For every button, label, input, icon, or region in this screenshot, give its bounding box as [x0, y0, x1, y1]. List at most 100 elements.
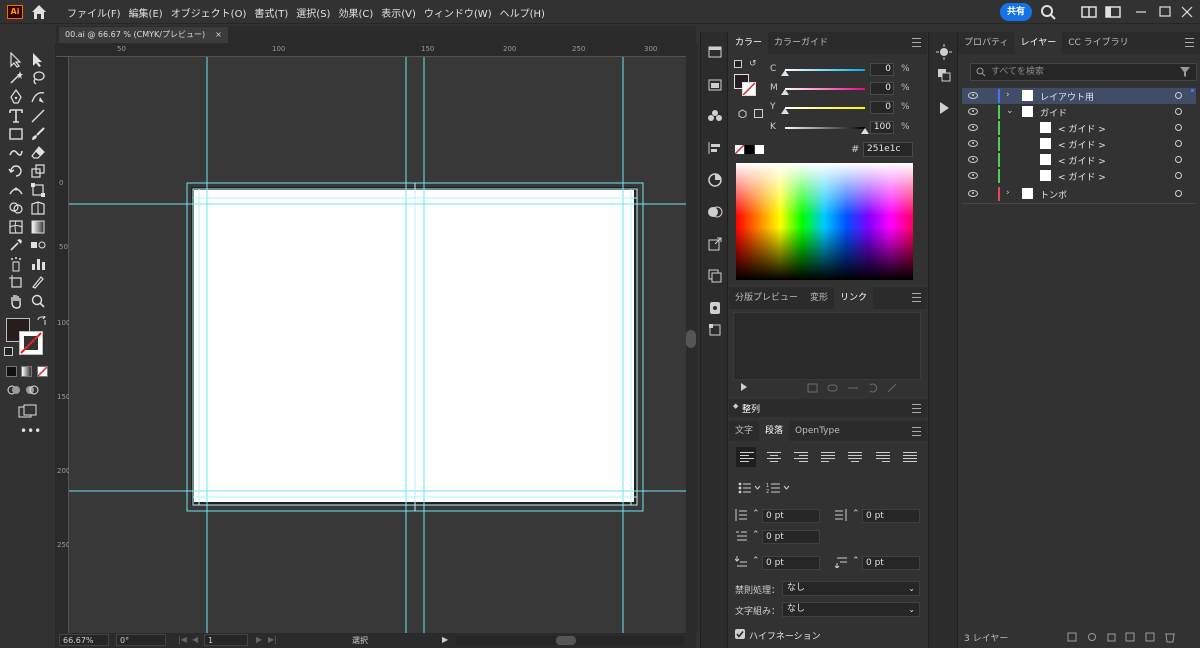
expand-chevron-icon[interactable]: ›	[1006, 188, 1010, 198]
black-value-field[interactable]: 100	[870, 121, 894, 134]
artboard-tool-icon[interactable]	[8, 274, 26, 290]
numbering-icon[interactable]: 12	[766, 482, 792, 495]
yellow-value-field[interactable]: 0	[870, 101, 894, 114]
space-before-stepper[interactable]: ⌃	[752, 556, 760, 566]
mojikumi-select[interactable]: なし ⌄	[782, 602, 920, 617]
zoom-select[interactable]: 66.67%	[59, 634, 109, 646]
edit-toolbar-icon[interactable]: •••	[20, 425, 41, 437]
horizontal-scrollbar[interactable]	[456, 636, 684, 645]
arrange-documents-icon[interactable]	[1080, 3, 1098, 21]
previous-artboard-button[interactable]: ◀	[192, 635, 198, 644]
gradient-mode-icon[interactable]	[21, 366, 32, 377]
rotate-tool-icon[interactable]	[8, 163, 26, 179]
slice-tool-icon[interactable]	[30, 274, 48, 290]
layer-target-icon[interactable]	[1175, 190, 1182, 197]
magenta-value-field[interactable]: 0	[870, 82, 894, 95]
eraser-tool-icon[interactable]	[30, 145, 48, 161]
minimize-icon[interactable]	[1132, 3, 1150, 21]
cyan-slider-knob[interactable]	[781, 70, 789, 76]
visibility-eye-icon[interactable]	[968, 172, 978, 179]
none-mode-icon[interactable]	[37, 366, 48, 377]
visibility-eye-icon[interactable]	[968, 124, 978, 131]
menu-effect[interactable]: 効果(C)	[335, 5, 376, 20]
layer-search-input[interactable]: すべてを検索	[970, 63, 1197, 81]
first-artboard-button[interactable]: |◀	[178, 635, 187, 644]
stroke-color-swatch[interactable]	[742, 82, 756, 96]
tab-transform[interactable]: 変形	[804, 287, 834, 309]
visibility-eye-icon[interactable]	[968, 108, 978, 115]
width-tool-icon[interactable]	[8, 182, 26, 198]
tab-opentype[interactable]: OpenType	[789, 421, 846, 441]
black-slider[interactable]	[785, 127, 865, 129]
horizontal-scroll-thumb[interactable]	[556, 636, 576, 645]
line-segment-tool-icon[interactable]	[30, 108, 48, 124]
direct-selection-tool-icon[interactable]	[30, 52, 48, 68]
tab-paragraph[interactable]: 段落	[759, 421, 790, 441]
current-tool-status[interactable]: 選択	[352, 635, 368, 646]
menu-object[interactable]: オブジェクト(O)	[168, 5, 250, 20]
visibility-eye-icon[interactable]	[968, 92, 978, 99]
black-slider-knob[interactable]	[861, 128, 869, 134]
rotate-view-select[interactable]: 0°	[116, 634, 166, 646]
blend-tool-icon[interactable]	[30, 237, 48, 253]
visibility-eye-icon[interactable]	[968, 190, 978, 197]
menu-help[interactable]: ヘルプ(H)	[497, 5, 548, 20]
tab-layers[interactable]: レイヤー	[1014, 32, 1063, 54]
pen-tool-icon[interactable]	[8, 88, 26, 105]
layer-name[interactable]: レイアウト用	[1040, 90, 1094, 103]
tab-links[interactable]: リンク	[834, 287, 874, 309]
properties-panel-icon[interactable]	[707, 300, 723, 316]
left-indent-stepper[interactable]: ⌃	[752, 509, 760, 519]
align-center-button[interactable]	[767, 452, 781, 464]
artboards-panel-icon[interactable]	[707, 268, 723, 284]
stroke-swatch[interactable]	[19, 331, 43, 355]
menu-file[interactable]: ファイル(F)	[64, 5, 124, 20]
screen-mode-icon[interactable]	[18, 404, 38, 418]
panel-menu-icon[interactable]	[912, 293, 921, 302]
sublayer-row[interactable]: < ガイド >	[962, 152, 1196, 168]
layer-target-icon[interactable]	[1175, 108, 1182, 115]
scale-tool-icon[interactable]	[30, 163, 48, 179]
bullets-icon[interactable]	[738, 482, 762, 494]
show-link-info-icon[interactable]	[741, 383, 747, 391]
align-left-button[interactable]	[740, 452, 754, 464]
appearance-panel-icon[interactable]	[707, 172, 723, 188]
last-artboard-button[interactable]: ▶|	[268, 635, 277, 644]
sublayer-row[interactable]: < ガイド >	[962, 136, 1196, 152]
color-mode-icon[interactable]	[6, 366, 17, 377]
first-line-indent-field[interactable]: 0 pt	[762, 530, 820, 544]
home-icon[interactable]	[30, 3, 48, 21]
layer-row-trim-marks[interactable]: › トンボ	[962, 186, 1196, 202]
expand-chevron-icon[interactable]: ›	[1006, 90, 1010, 100]
first-line-indent-stepper[interactable]: ⌃	[752, 530, 760, 540]
layer-target-icon[interactable]	[1175, 92, 1182, 99]
web-safe-icon[interactable]	[754, 109, 763, 118]
tab-properties[interactable]: プロパティ	[958, 32, 1014, 54]
menu-type[interactable]: 書式(T)	[251, 5, 291, 20]
symbol-sprayer-tool-icon[interactable]	[8, 256, 26, 272]
sublayer-row[interactable]: < ガイド >	[962, 168, 1196, 184]
layer-target-icon[interactable]	[1175, 156, 1182, 163]
workspace-switcher-icon[interactable]	[1104, 3, 1122, 21]
none-swatch[interactable]	[734, 144, 745, 155]
align-right-button[interactable]	[794, 452, 808, 464]
hand-tool-icon[interactable]	[8, 293, 26, 309]
share-button[interactable]: 共有	[1000, 3, 1032, 21]
filter-icon[interactable]	[1180, 67, 1190, 77]
cyan-slider[interactable]	[785, 69, 865, 71]
right-indent-field[interactable]: 0 pt	[862, 509, 920, 523]
vertical-scroll-thumb[interactable]	[686, 330, 696, 348]
brushes-panel-icon[interactable]	[707, 77, 723, 93]
justify-left-button[interactable]	[821, 452, 835, 464]
left-indent-field[interactable]: 0 pt	[762, 509, 820, 523]
layer-row-guide[interactable]: ⌄ ガイド	[962, 104, 1196, 120]
out-of-gamut-icon[interactable]	[738, 109, 747, 119]
document-tab-close-button[interactable]: ×	[215, 27, 222, 43]
sublayer-name[interactable]: < ガイド >	[1058, 122, 1106, 135]
links-list[interactable]	[733, 312, 921, 380]
document-tab[interactable]: 00.ai @ 66.67 % (CMYK/プレビュー) ×	[59, 27, 228, 43]
symbols-panel-icon[interactable]	[707, 108, 723, 124]
sublayer-name[interactable]: < ガイド >	[1058, 138, 1106, 151]
eyedropper-tool-icon[interactable]	[8, 237, 26, 253]
swap-fill-stroke-icon[interactable]	[37, 314, 47, 326]
